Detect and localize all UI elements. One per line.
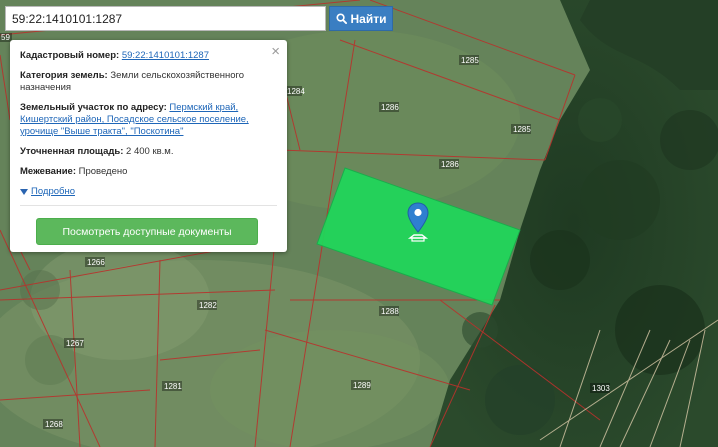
search-input[interactable] [6, 7, 325, 30]
area-value: 2 400 кв.м. [126, 146, 174, 157]
parcel-number: 1285 [461, 56, 479, 65]
area-label: Уточненная площадь: [20, 146, 124, 157]
search-button-label: Найти [350, 11, 387, 26]
search-icon [335, 13, 347, 24]
parcel-number: 1281 [164, 382, 182, 391]
parcel-number: 1284 [287, 87, 305, 96]
address-row: Земельный участок по адресу: Пермский кр… [20, 102, 277, 138]
divider [20, 205, 277, 206]
parcel-label-1303: 1303 [590, 383, 610, 393]
cadastral-number-link[interactable]: 59:22:1410101:1287 [122, 50, 209, 61]
parcel-label-1268: 1268 [43, 419, 63, 429]
parcel-label-1266: 1266 [85, 257, 105, 267]
search-box[interactable] [5, 6, 326, 31]
parcel-label-1288: 1288 [379, 306, 399, 316]
parcel-label-1281: 1281 [162, 381, 182, 391]
survey-label: Межевание: [20, 166, 76, 177]
search-button[interactable]: Найти [329, 6, 393, 31]
parcel-number: 1289 [353, 381, 371, 390]
parcel-label-1285a: 1285 [459, 55, 479, 65]
parcel-label-1285b: 1285 [511, 124, 531, 134]
parcel-number: 1266 [87, 258, 105, 267]
parcel-label-1286b: 1286 [439, 159, 459, 169]
view-documents-button[interactable]: Посмотреть доступные документы [36, 218, 258, 245]
parcel-label-1282: 1282 [197, 300, 217, 310]
parcel-info-popup: × Кадастровый номер: 59:22:1410101:1287 … [10, 40, 287, 252]
parcel-number: 1267 [66, 339, 84, 348]
parcel-label-1284: 1284 [286, 86, 305, 96]
parcel-number: 1285 [513, 125, 531, 134]
parcel-number: 1282 [199, 301, 217, 310]
parcel-label-1286a: 1286 [379, 102, 399, 112]
cadastral-number-label: Кадастровый номер: [20, 50, 120, 61]
parcel-number: 59 [1, 33, 10, 42]
details-link[interactable]: Подробно [31, 186, 75, 197]
cadastral-number-row: Кадастровый номер: 59:22:1410101:1287 [20, 50, 277, 62]
survey-value: Проведено [78, 166, 128, 177]
area-row: Уточненная площадь: 2 400 кв.м. [20, 146, 277, 158]
parcel-number: 1268 [45, 420, 63, 429]
map-pin-icon[interactable] [406, 202, 430, 246]
close-icon[interactable]: × [271, 44, 280, 59]
land-category-label: Категория земель: [20, 70, 108, 81]
address-label: Земельный участок по адресу: [20, 102, 167, 113]
parcel-label-1289: 1289 [351, 380, 371, 390]
parcel-number: 1286 [441, 160, 459, 169]
parcel-number: 1286 [381, 103, 399, 112]
parcel-label-1267: 1267 [64, 338, 84, 348]
land-category-row: Категория земель: Земли сельскохозяйстве… [20, 70, 277, 94]
parcel-number: 1288 [381, 307, 399, 316]
triangle-down-icon [20, 188, 28, 195]
survey-row: Межевание: Проведено [20, 166, 277, 178]
details-toggle[interactable]: Подробно [20, 186, 277, 197]
parcel-number: 1303 [592, 384, 610, 393]
